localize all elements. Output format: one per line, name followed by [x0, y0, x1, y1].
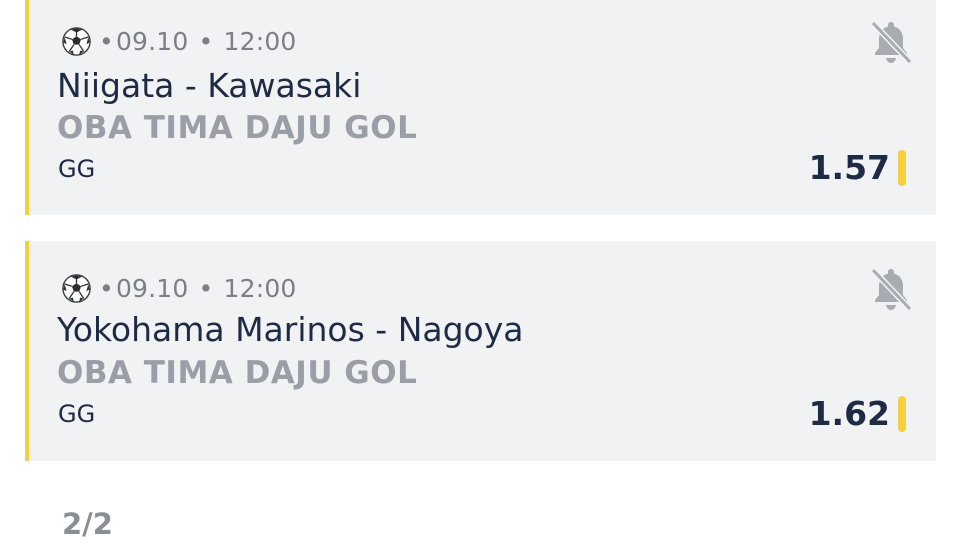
- meta-dot: •: [99, 274, 114, 303]
- meta-dot: •: [99, 27, 114, 56]
- event-date: 09.10: [115, 274, 189, 303]
- odds-indicator-bar: [898, 395, 906, 432]
- selection-label: GG: [58, 155, 96, 183]
- pagination-indicator: 2/2: [62, 507, 113, 541]
- event-time: 12:00: [223, 274, 297, 303]
- bet-slip-page: • 09.10 • 12:00 Niigata - Kawasaki OBA T…: [0, 0, 960, 556]
- odds-value: 1.57: [808, 148, 890, 187]
- odds-value: 1.62: [808, 394, 890, 433]
- market-name: OBA TIMA DAJU GOL: [57, 110, 418, 146]
- soccer-ball-icon: [62, 274, 91, 303]
- bell-off-icon[interactable]: [868, 18, 914, 66]
- match-title: Yokohama Marinos - Nagoya: [57, 310, 524, 349]
- event-meta: • 09.10 • 12:00: [62, 274, 297, 303]
- match-title: Niigata - Kawasaki: [57, 66, 362, 105]
- market-name: OBA TIMA DAJU GOL: [57, 355, 418, 391]
- event-time: 12:00: [223, 27, 297, 56]
- meta-separator: •: [198, 27, 214, 56]
- soccer-ball-icon: [62, 27, 91, 56]
- odds-value-container: 1.57: [809, 148, 906, 187]
- bet-card[interactable]: • 09.10 • 12:00 Niigata - Kawasaki OBA T…: [25, 0, 936, 215]
- bet-card[interactable]: • 09.10 • 12:00 Yokohama Marinos - Nagoy…: [25, 241, 936, 461]
- event-date: 09.10: [115, 27, 189, 56]
- odds-indicator-bar: [898, 149, 906, 186]
- bell-off-icon[interactable]: [868, 265, 914, 313]
- meta-separator: •: [198, 274, 214, 303]
- event-meta: • 09.10 • 12:00: [62, 27, 297, 56]
- selection-label: GG: [58, 400, 96, 428]
- odds-value-container: 1.62: [809, 394, 906, 433]
